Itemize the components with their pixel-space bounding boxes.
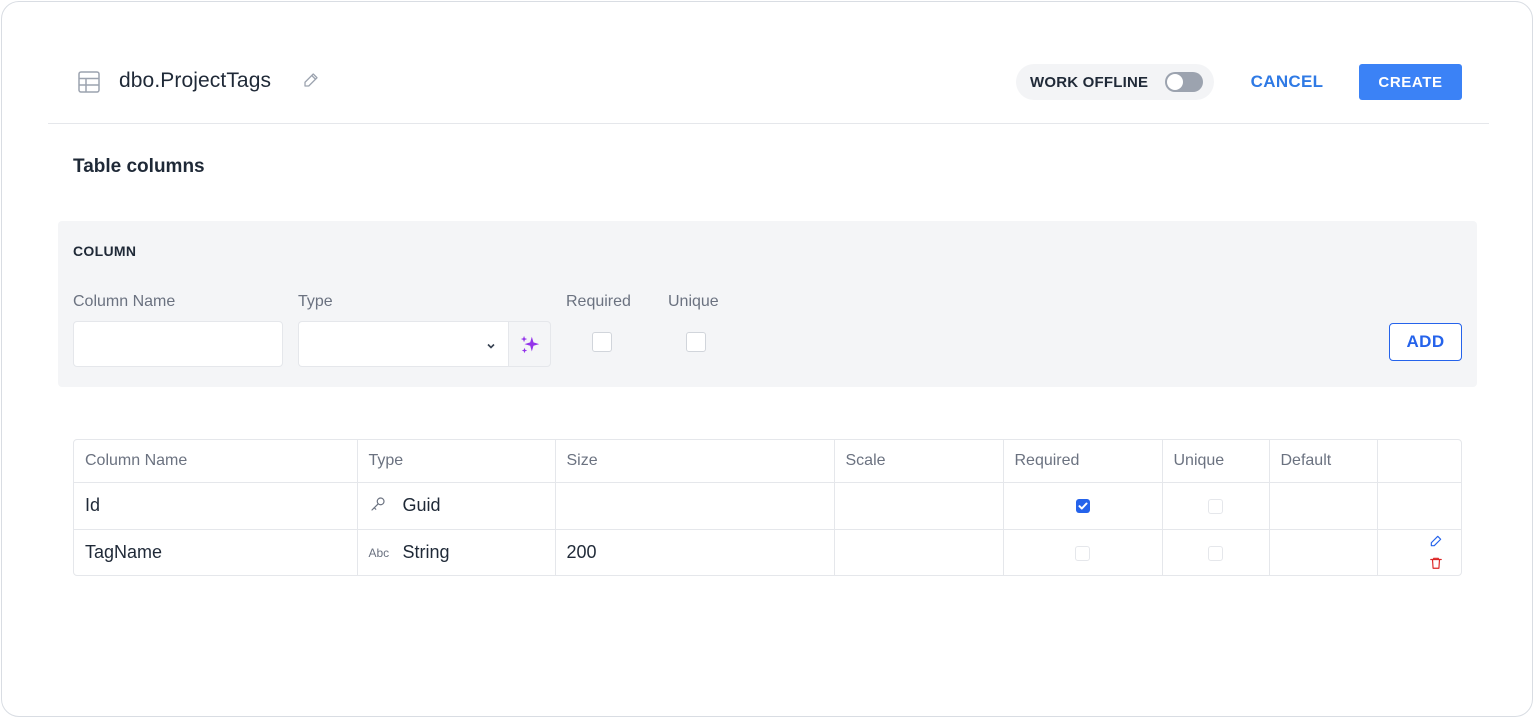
required-checkbox[interactable] <box>1075 546 1090 561</box>
required-checkbox[interactable] <box>592 332 612 352</box>
cell-column-name: TagName <box>74 529 358 575</box>
dialog-frame: dbo.ProjectTags WORK OFFLINE CANCEL CREA… <box>1 1 1533 717</box>
unique-checkbox[interactable] <box>1208 498 1223 514</box>
table-row: TagName Abc String 200 <box>74 529 1461 575</box>
header-type: Type <box>357 440 556 483</box>
create-button[interactable]: CREATE <box>1359 64 1462 100</box>
header-scale: Scale <box>834 440 1004 483</box>
cell-size <box>555 482 835 530</box>
cell-unique <box>1162 529 1270 575</box>
cell-default <box>1269 482 1378 530</box>
page-title: dbo.ProjectTags <box>119 69 272 92</box>
chevron-down-icon <box>485 339 497 351</box>
unique-label: Unique <box>668 293 719 310</box>
sparkles-icon <box>520 335 540 354</box>
type-value: Guid <box>402 495 441 515</box>
unique-checkbox[interactable] <box>1208 546 1223 561</box>
abc-icon: Abc <box>368 545 390 560</box>
table-header-row: Column Name Type Size Scale Required Uni… <box>74 440 1461 483</box>
cell-required <box>1003 529 1163 575</box>
cell-type: Abc String <box>357 529 556 575</box>
table-row: Id Guid <box>74 482 1461 530</box>
cell-unique <box>1162 482 1270 530</box>
required-checked-checkbox[interactable] <box>1075 499 1090 514</box>
unique-checkbox[interactable] <box>686 332 706 352</box>
columns-table: Column Name Type Size Scale Required Uni… <box>73 439 1462 576</box>
cell-required <box>1003 482 1163 530</box>
work-offline-toggle[interactable]: WORK OFFLINE <box>1016 64 1214 100</box>
header-default: Default <box>1269 440 1378 483</box>
header-size: Size <box>555 440 835 483</box>
add-column-button[interactable]: ADD <box>1389 323 1462 361</box>
column-name-input[interactable] <box>73 321 283 367</box>
cell-actions <box>1377 529 1461 575</box>
type-select[interactable] <box>298 321 509 367</box>
type-label: Type <box>298 293 333 310</box>
header-required: Required <box>1003 440 1163 483</box>
edit-title-icon[interactable] <box>302 71 322 91</box>
work-offline-label: WORK OFFLINE <box>1030 74 1149 91</box>
header-unique: Unique <box>1162 440 1270 483</box>
table-icon <box>77 70 101 94</box>
column-name-label: Column Name <box>73 293 176 310</box>
cell-actions <box>1377 482 1461 530</box>
column-form-panel: COLUMN Column Name Type Required Unique … <box>58 221 1477 387</box>
cancel-button[interactable]: CANCEL <box>1240 64 1334 100</box>
ai-suggest-button[interactable] <box>508 321 551 367</box>
cell-type: Guid <box>357 482 556 530</box>
header-bar: dbo.ProjectTags WORK OFFLINE CANCEL CREA… <box>48 42 1489 124</box>
toggle-knob <box>1167 74 1183 90</box>
cell-default <box>1269 529 1378 575</box>
toggle-switch[interactable] <box>1165 72 1203 92</box>
cell-column-name: Id <box>74 482 358 530</box>
header-actions <box>1377 440 1461 483</box>
required-label: Required <box>566 293 631 310</box>
column-form-title: COLUMN <box>73 243 137 259</box>
header-column-name: Column Name <box>74 440 358 483</box>
delete-icon[interactable] <box>1429 554 1443 575</box>
type-value: String <box>402 542 450 563</box>
section-title: Table columns <box>73 156 205 177</box>
edit-icon[interactable] <box>1429 532 1443 553</box>
cell-size: 200 <box>555 529 835 575</box>
cell-scale <box>834 529 1004 575</box>
cell-scale <box>834 482 1004 530</box>
key-icon <box>369 495 393 516</box>
